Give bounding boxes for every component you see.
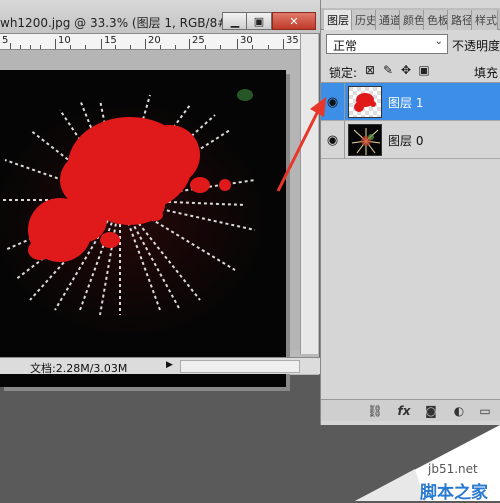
layer-row-0[interactable]: ◉ 图层 0 — [321, 121, 500, 159]
chevron-down-icon: ⌄ — [434, 36, 443, 47]
panel-tabs: 图层 历史 通道 颜色 色板 路径 样式 — [321, 8, 500, 30]
lock-all-icon[interactable]: ▣ — [417, 63, 431, 77]
adjustment-icon[interactable]: ◐ — [451, 403, 467, 419]
close-button[interactable]: ✕ — [272, 12, 316, 30]
mask-icon[interactable]: ◙ — [423, 403, 439, 419]
group-icon[interactable]: ▭ — [477, 403, 493, 419]
eye-icon[interactable]: ◉ — [321, 121, 345, 159]
horizontal-ruler: 5 10 15 20 25 30 35 — [0, 34, 300, 50]
blend-mode-value: 正常 — [333, 39, 358, 53]
layer-thumbnail — [348, 124, 382, 156]
ruler-label: 25 — [192, 35, 205, 46]
layer-name: 图层 0 — [388, 134, 424, 148]
restore-button[interactable]: ▣ — [246, 12, 272, 30]
document-size-status: 文档:2.28M/3.03M — [30, 362, 128, 375]
canvas-area[interactable] — [0, 50, 300, 391]
tab-color[interactable]: 颜色 — [400, 10, 424, 30]
lock-position-icon[interactable]: ✥ — [399, 63, 413, 77]
vertical-scrollbar[interactable] — [300, 34, 318, 354]
status-bar: 文档:2.28M/3.03M ▶ — [0, 357, 320, 375]
ruler-label: 5 — [2, 35, 9, 46]
lock-transparent-pixels-icon[interactable]: ⊠ — [363, 63, 377, 77]
fill-label: 填充 — [474, 66, 499, 80]
ruler-label: 35 — [286, 35, 299, 46]
opacity-label: 不透明度 — [452, 39, 500, 53]
minimize-button[interactable]: ▁ — [222, 12, 248, 30]
lock-image-pixels-icon[interactable]: ✎ — [381, 63, 395, 77]
lock-label: 锁定: — [329, 66, 358, 80]
layer-row-1[interactable]: ◉ 图层 1 — [321, 83, 500, 121]
tab-styles[interactable]: 样式 — [472, 10, 498, 30]
eye-icon[interactable]: ◉ — [321, 83, 345, 121]
document-window: wh1200.jpg @ 33.3% (图层 1, RGB/8#) * ▁ ▣ … — [0, 0, 320, 391]
document-title: wh1200.jpg @ 33.3% (图层 1, RGB/8#) * — [0, 16, 242, 30]
lock-row: 锁定: ⊠ ✎ ✥ ▣ 填充 — [321, 59, 500, 83]
fx-icon[interactable]: fx — [396, 403, 412, 419]
tab-channels[interactable]: 通道 — [376, 10, 400, 30]
canvas-image[interactable] — [0, 70, 286, 387]
fireworks-splatter-art — [0, 70, 286, 387]
ruler-label: 30 — [240, 35, 253, 46]
ruler-label: 20 — [148, 35, 161, 46]
status-menu-arrow-icon[interactable]: ▶ — [166, 360, 173, 370]
ruler-label: 10 — [58, 35, 71, 46]
panel-footer: ⛓ fx ◙ ◐ ▭ — [321, 399, 500, 421]
layers-panel: 图层 历史 通道 颜色 色板 路径 样式 正常 ⌄ 不透明度 锁定: ⊠ ✎ ✥… — [320, 0, 500, 425]
layer-thumbnail — [348, 86, 382, 118]
blend-mode-select[interactable]: 正常 ⌄ — [326, 34, 448, 54]
layer-name: 图层 1 — [388, 96, 424, 110]
watermark-url: jb51.net — [428, 462, 478, 476]
horizontal-scrollbar[interactable] — [180, 360, 300, 373]
tab-layers[interactable]: 图层 — [324, 10, 352, 30]
watermark-text: 脚本之家 — [420, 483, 488, 503]
document-titlebar[interactable]: wh1200.jpg @ 33.3% (图层 1, RGB/8#) * ▁ ▣ … — [0, 0, 320, 34]
tab-paths[interactable]: 路径 — [448, 10, 472, 30]
tab-history[interactable]: 历史 — [352, 10, 376, 30]
tab-swatches[interactable]: 色板 — [424, 10, 448, 30]
link-icon[interactable]: ⛓ — [367, 403, 383, 419]
